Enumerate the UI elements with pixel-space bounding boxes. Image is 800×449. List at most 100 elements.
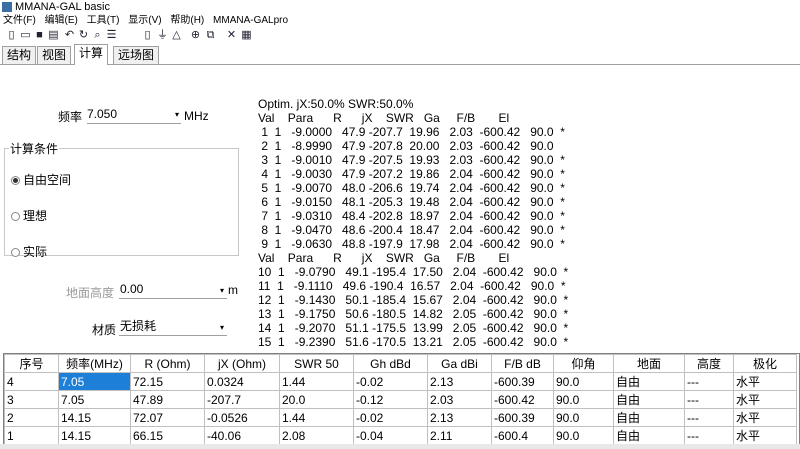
tab-calculate[interactable]: 计算 [74,44,109,65]
radio-ideal[interactable]: 理想 [11,209,47,223]
table-cell[interactable]: --- [684,390,734,409]
open-folder-icon[interactable]: ▭ [20,30,31,41]
table-cell[interactable]: -0.02 [353,408,428,427]
chevron-down-icon[interactable]: ▾ [220,286,224,295]
ground-icon[interactable]: ⏚ [157,30,168,41]
table-cell[interactable]: 90.0 [553,408,614,427]
undo-icon[interactable]: ↶ [64,30,75,41]
tab-view[interactable]: 视图 [37,46,72,64]
table-cell[interactable]: -0.12 [353,390,428,409]
table-cell[interactable]: --- [684,426,734,445]
table-cell-selected[interactable]: 7.05 [58,372,131,391]
radio-real[interactable]: 实际 [11,245,47,259]
tab-structure[interactable]: 结构 [2,46,37,64]
table-cell[interactable]: 2 [4,408,59,427]
table-cell[interactable]: 7.05 [58,390,131,409]
table-cell[interactable]: 2.03 [427,390,492,409]
tab-far-field[interactable]: 远场图 [113,46,160,64]
table-cell[interactable]: 1 [4,426,59,445]
table-cell[interactable]: --- [684,372,734,391]
tools-icon[interactable]: ✕ [226,30,237,41]
freq-input[interactable]: 7.050 [87,106,179,122]
save-icon[interactable]: ■ [34,30,45,41]
results-grid[interactable]: 序号 频率(MHz) R (Ohm) jX (Ohm) SWR 50 Gh dB… [3,353,800,445]
table-cell[interactable]: 72.07 [130,408,205,427]
ground-height-input[interactable]: 0.00 [120,281,212,297]
copy-icon[interactable]: ⧉ [205,30,216,41]
table-cell[interactable]: 90.0 [553,390,614,409]
horizontal-scrollbar[interactable] [0,444,800,449]
menu-help[interactable]: 帮助(H) [167,14,207,28]
col-header[interactable]: 地面 [613,354,685,373]
table-cell[interactable]: 14.15 [58,426,131,445]
table-cell[interactable]: 水平 [733,372,797,391]
col-header[interactable]: Ga dBi [427,354,492,373]
col-header[interactable]: R (Ohm) [130,354,205,373]
table-cell[interactable]: 2.08 [279,426,354,445]
col-header[interactable]: jX (Ohm) [204,354,280,373]
chevron-down-icon[interactable]: ▾ [220,323,224,332]
table-row[interactable]: 1 14.15 66.15 -40.06 2.08 -0.04 2.11 -60… [4,426,797,445]
table-cell[interactable]: 20.0 [279,390,354,409]
menu-tools[interactable]: 工具(T) [84,14,123,28]
table-cell[interactable]: -600.4 [491,426,554,445]
col-header[interactable]: 极化 [733,354,797,373]
table-cell[interactable]: 1.44 [279,372,354,391]
target-icon[interactable]: ⊕ [190,30,201,41]
triangle-icon[interactable]: △ [171,30,182,41]
radio-icon[interactable] [11,212,20,222]
table-cell[interactable]: -600.39 [491,372,554,391]
table-cell[interactable]: 2.13 [427,372,492,391]
chevron-down-icon[interactable]: ▾ [175,110,179,119]
col-header[interactable]: 仰角 [553,354,614,373]
radio-icon[interactable] [11,248,20,258]
table-cell[interactable]: -40.06 [204,426,280,445]
table-cell[interactable]: -600.39 [491,408,554,427]
menu-view[interactable]: 显示(V) [125,14,164,28]
table-row[interactable]: 3 7.05 47.89 -207.7 20.0 -0.12 2.03 -600… [4,390,797,409]
table-cell[interactable]: 66.15 [130,426,205,445]
table-cell[interactable]: -600.42 [491,390,554,409]
table-row[interactable]: 4 7.05 72.15 0.0324 1.44 -0.02 2.13 -600… [4,372,797,391]
table-cell[interactable]: 水平 [733,390,797,409]
table-cell[interactable]: 72.15 [130,372,205,391]
material-select[interactable]: 无损耗 [120,318,220,334]
table-cell[interactable]: 水平 [733,426,797,445]
table-cell[interactable]: -0.0526 [204,408,280,427]
table-cell[interactable]: -0.04 [353,426,428,445]
table-cell[interactable]: 水平 [733,408,797,427]
document-icon[interactable]: ▯ [142,30,153,41]
col-header[interactable]: 序号 [4,354,59,373]
table-cell[interactable]: --- [684,408,734,427]
col-header[interactable]: 频率(MHz) [58,354,131,373]
table-row[interactable]: 2 14.15 72.07 -0.0526 1.44 -0.02 2.13 -6… [4,408,797,427]
calculator-icon[interactable]: ▦ [241,30,252,41]
menu-pro[interactable]: MMANA-GALpro [210,14,291,28]
col-header[interactable]: SWR 50 [279,354,354,373]
new-file-icon[interactable]: ▯ [6,30,17,41]
table-cell[interactable]: 14.15 [58,408,131,427]
table-cell[interactable]: 自由 [613,390,685,409]
table-cell[interactable]: 1.44 [279,408,354,427]
table-cell[interactable]: 2.11 [427,426,492,445]
radio-free-space[interactable]: 自由空间 [11,173,71,187]
table-cell[interactable]: 4 [4,372,59,391]
table-cell[interactable]: 2.13 [427,408,492,427]
col-header[interactable]: 高度 [684,354,734,373]
settings-icon[interactable]: ☰ [106,30,117,41]
col-header[interactable]: Gh dBd [353,354,428,373]
table-cell[interactable]: 自由 [613,426,685,445]
radio-selected-icon[interactable] [11,176,20,186]
menu-edit[interactable]: 编辑(E) [42,14,81,28]
table-cell[interactable]: 3 [4,390,59,409]
table-cell[interactable]: 47.89 [130,390,205,409]
table-cell[interactable]: -207.7 [204,390,280,409]
rotate-icon[interactable]: ↻ [78,30,89,41]
view-icon[interactable]: ⌕ [92,30,103,41]
table-cell[interactable]: 自由 [613,408,685,427]
table-cell[interactable]: 自由 [613,372,685,391]
table-cell[interactable]: 0.0324 [204,372,280,391]
table-cell[interactable]: 90.0 [553,426,614,445]
menu-file[interactable]: 文件(F) [0,14,39,28]
table-cell[interactable]: -0.02 [353,372,428,391]
